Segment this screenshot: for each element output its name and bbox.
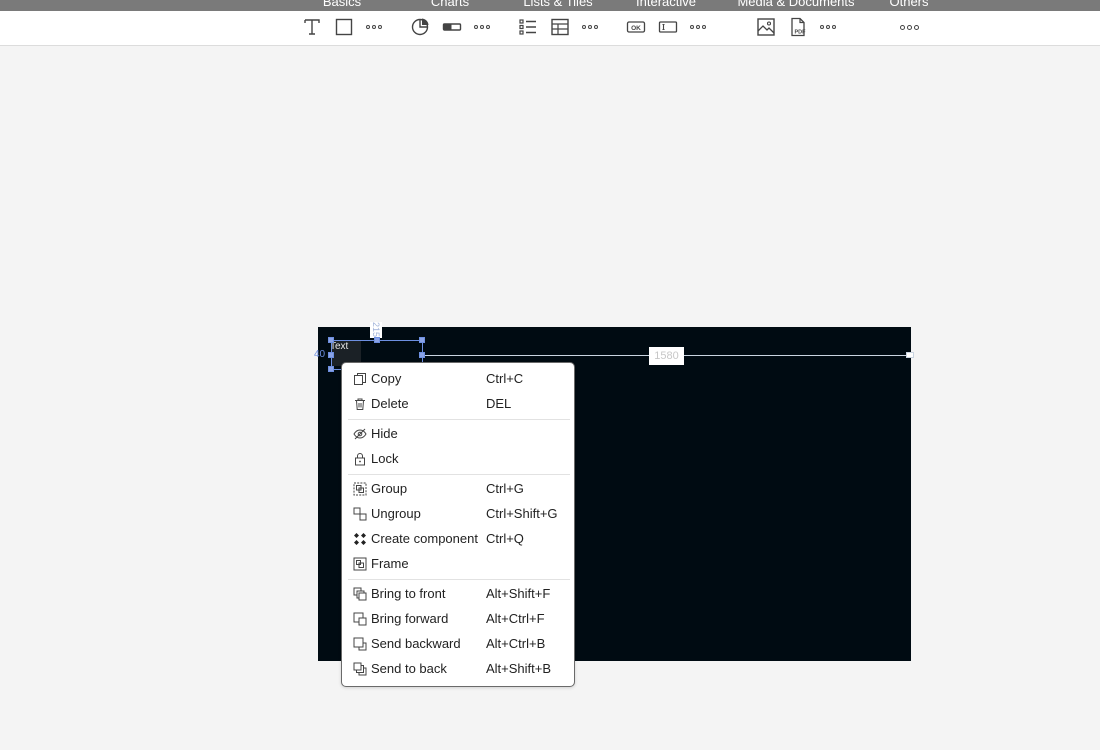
category-media-documents[interactable]: Media & Documents (737, 0, 854, 8)
trash-icon (353, 397, 367, 411)
category-others[interactable]: Others (889, 0, 928, 8)
left-measurement: 40 (314, 349, 326, 360)
menu-item-bring-forward[interactable]: Bring forward Alt+Ctrl+F (348, 607, 570, 631)
component-toolbar: OK PDF (0, 11, 1100, 46)
resize-handle-top-right[interactable] (419, 337, 425, 343)
resize-handle-top-left[interactable] (328, 337, 334, 343)
text-tool-icon[interactable] (300, 15, 324, 39)
resize-handle-right[interactable] (419, 352, 425, 358)
svg-text:OK: OK (631, 25, 641, 32)
pdf-tool-icon[interactable]: PDF (786, 15, 810, 39)
send-backward-icon (353, 637, 367, 651)
category-interactive[interactable]: Interactive (636, 0, 696, 8)
pie-chart-tool-icon[interactable] (408, 15, 432, 39)
component-icon (353, 532, 367, 546)
more-charts-icon[interactable] (472, 15, 492, 39)
group-icon (353, 482, 367, 496)
resize-handle-top[interactable] (374, 337, 380, 343)
menu-item-delete[interactable]: Delete DEL (348, 392, 570, 416)
menu-item-send-backward[interactable]: Send backward Alt+Ctrl+B (348, 632, 570, 656)
progress-bar-tool-icon[interactable] (440, 15, 464, 39)
image-tool-icon[interactable] (754, 15, 778, 39)
category-lists-tiles[interactable]: Lists & Tiles (523, 0, 592, 8)
menu-separator (348, 419, 570, 420)
bring-to-front-icon (353, 587, 367, 601)
input-field-tool-icon[interactable] (656, 15, 680, 39)
rectangle-tool-icon[interactable] (332, 15, 356, 39)
resize-handle-bottom-left[interactable] (328, 366, 334, 372)
frame-icon (353, 557, 367, 571)
more-lists-icon[interactable] (580, 15, 600, 39)
eye-off-icon (353, 427, 367, 441)
list-tool-icon[interactable] (516, 15, 540, 39)
category-charts[interactable]: Charts (431, 0, 469, 8)
width-measurement: 1580 (649, 347, 684, 365)
category-bar: Basics Charts Lists & Tiles Interactive … (0, 0, 1100, 11)
menu-item-lock[interactable]: Lock (348, 447, 570, 471)
more-others-icon[interactable] (899, 15, 919, 39)
menu-item-send-to-back[interactable]: Send to back Alt+Shift+B (348, 657, 570, 681)
more-interactive-icon[interactable] (688, 15, 708, 39)
resize-handle-left[interactable] (328, 352, 334, 358)
svg-text:PDF: PDF (795, 30, 807, 36)
send-to-back-icon (353, 662, 367, 676)
menu-item-frame[interactable]: Frame (348, 552, 570, 576)
width-guide-handle[interactable] (906, 352, 914, 358)
menu-item-hide[interactable]: Hide (348, 422, 570, 446)
menu-item-copy[interactable]: Copy Ctrl+C (348, 367, 570, 391)
bring-forward-icon (353, 612, 367, 626)
more-media-icon[interactable] (818, 15, 838, 39)
table-tool-icon[interactable] (548, 15, 572, 39)
copy-icon (353, 372, 367, 386)
menu-separator (348, 474, 570, 475)
category-basics[interactable]: Basics (323, 0, 361, 8)
menu-separator (348, 579, 570, 580)
menu-item-group[interactable]: Group Ctrl+G (348, 477, 570, 501)
top-measurement: 215 (370, 322, 382, 338)
context-menu: Copy Ctrl+C Delete DEL Hide Lock Group C… (341, 362, 575, 687)
more-basics-icon[interactable] (364, 15, 384, 39)
menu-item-ungroup[interactable]: Ungroup Ctrl+Shift+G (348, 502, 570, 526)
menu-item-bring-to-front[interactable]: Bring to front Alt+Shift+F (348, 582, 570, 606)
ungroup-icon (353, 507, 367, 521)
menu-item-create-component[interactable]: Create component Ctrl+Q (348, 527, 570, 551)
lock-icon (353, 452, 367, 466)
ok-button-tool-icon[interactable]: OK (624, 15, 648, 39)
